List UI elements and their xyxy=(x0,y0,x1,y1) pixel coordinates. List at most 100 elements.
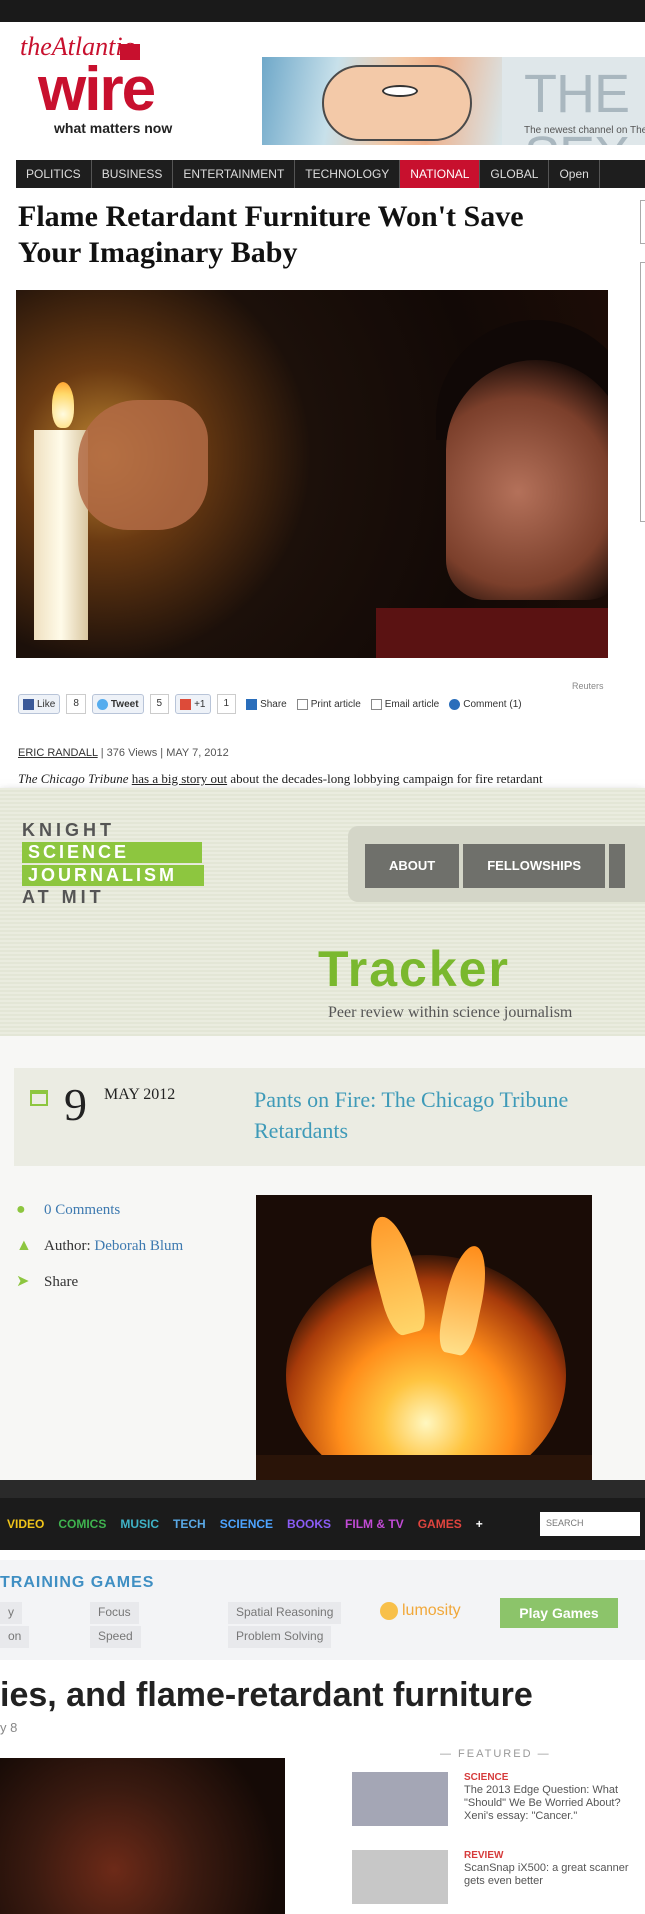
featured-thumb xyxy=(352,1772,448,1826)
nav-category-item[interactable]: TECH xyxy=(166,1517,213,1531)
post-meta: ● 0 Comments ▲ Author: Deborah Blum ➤ Share xyxy=(16,1192,183,1300)
banner-eye xyxy=(382,85,418,97)
tracker-subtitle: Peer review within science journalism xyxy=(328,1004,573,1021)
nav-category-item[interactable]: SCIENCE xyxy=(213,1517,280,1531)
training-title: TRAINING GAMES xyxy=(0,1574,155,1591)
tweet-count: 5 xyxy=(149,694,170,714)
featured-item[interactable]: REVIEW ScanSnap iX500: a great scanner g… xyxy=(352,1850,642,1910)
email-icon xyxy=(370,698,382,710)
comment-icon xyxy=(449,698,461,710)
post-day: 9 xyxy=(64,1079,87,1130)
chip: Problem Solving xyxy=(228,1626,332,1648)
nav-technology[interactable]: TECHNOLOGY xyxy=(295,160,401,188)
nav-more[interactable] xyxy=(609,844,626,888)
nav-category-item[interactable]: BOOKS xyxy=(280,1517,338,1531)
atlantic-wire-logo[interactable]: theAtlantic wire what matters now xyxy=(18,32,218,136)
nav-national[interactable]: NATIONAL xyxy=(400,160,481,188)
chip: on xyxy=(0,1626,30,1648)
nav-fellowships[interactable]: FELLOWSHIPS xyxy=(463,844,606,888)
byline: ERIC RANDALL | 376 Views | MAY 7, 2012 xyxy=(18,747,229,759)
article-date: y 8 xyxy=(0,1720,18,1735)
ksj-tracker-screenshot: KNIGHT SCIENCE JOURNALISM AT MIT ABOUT F… xyxy=(0,788,645,1480)
nav-about[interactable]: ABOUT xyxy=(365,844,460,888)
nav-category-item[interactable]: GAMES xyxy=(411,1517,469,1531)
nav-category-item[interactable]: COMICS xyxy=(51,1517,113,1531)
share-icon: ➤ xyxy=(16,1273,30,1290)
featured-thumb xyxy=(352,1850,448,1904)
article-photo-candle xyxy=(16,290,608,658)
share-row[interactable]: ➤ Share xyxy=(16,1264,183,1300)
author-link[interactable]: ERIC RANDALL xyxy=(18,747,98,759)
play-games-button[interactable]: Play Games xyxy=(500,1598,618,1628)
user-icon: ▲ xyxy=(16,1237,32,1254)
author-link[interactable]: Deborah Blum xyxy=(94,1238,183,1255)
tracker-title: Tracker xyxy=(318,941,510,997)
nav-politics[interactable]: POLITICS xyxy=(16,160,92,188)
featured-text: ScanSnap iX500: a great scanner gets eve… xyxy=(464,1862,629,1887)
banner-face xyxy=(322,65,472,141)
article-headline: ies, and flame-retardant furniture xyxy=(0,1676,533,1714)
boing-boing-screenshot: VIDEO COMICS MUSIC TECH SCIENCE BOOKS FILM & T… xyxy=(0,1480,645,1914)
print-icon xyxy=(296,698,308,710)
share-icon xyxy=(246,698,258,710)
article-date: MAY 7, 2012 xyxy=(166,747,229,759)
featured-category: REVIEW xyxy=(464,1850,504,1861)
photo-credit: Reuters xyxy=(572,681,604,691)
nav-global[interactable]: GLOBAL xyxy=(480,160,550,188)
comment-icon: ● xyxy=(16,1201,26,1218)
fire-photo xyxy=(256,1195,592,1480)
nav-category-item[interactable]: VIDEO xyxy=(0,1517,51,1531)
gplus-count: 1 xyxy=(216,694,237,714)
twitter-icon xyxy=(96,698,108,710)
featured-category: SCIENCE xyxy=(464,1772,509,1783)
featured-label: — FEATURED — xyxy=(440,1748,551,1760)
chip: Spatial Reasoning xyxy=(228,1602,342,1624)
view-count: 376 Views xyxy=(106,747,158,759)
nav-open[interactable]: Open xyxy=(549,160,600,188)
post-month: MAY 2012 xyxy=(104,1086,176,1103)
training-games-ad[interactable]: TRAINING GAMES y Focus Spatial Reasoning… xyxy=(0,1560,645,1660)
chip: Speed xyxy=(90,1626,141,1648)
collage: theAtlantic wire what matters now THE SE… xyxy=(0,0,645,1914)
category-nav: VIDEO COMICS MUSIC TECH SCIENCE BOOKS FILM & T… xyxy=(0,1498,645,1550)
nav-category-item[interactable]: + xyxy=(469,1517,490,1531)
sidebar-box-tall xyxy=(640,262,645,522)
nav-category-item[interactable]: MUSIC xyxy=(113,1517,166,1531)
chip: y xyxy=(0,1602,22,1624)
calendar-icon xyxy=(30,1090,48,1106)
share-link[interactable]: Share xyxy=(246,698,287,710)
gplus-button[interactable]: +1 xyxy=(175,694,211,714)
atlantic-wire-screenshot: theAtlantic wire what matters now THE SE… xyxy=(0,0,645,790)
print-link[interactable]: Print article xyxy=(296,698,361,710)
sidebar-box xyxy=(640,200,645,244)
nav-business[interactable]: BUSINESS xyxy=(92,160,174,188)
publication-name: The Chicago Tribune xyxy=(18,771,129,786)
comments-row[interactable]: ● 0 Comments xyxy=(16,1192,183,1228)
email-link[interactable]: Email article xyxy=(370,698,439,710)
comment-link[interactable]: Comment (1) xyxy=(449,698,522,710)
like-button[interactable]: Like xyxy=(18,694,61,714)
ad-banner[interactable]: THE SEX The newest channel on TheA xyxy=(262,57,645,145)
featured-item[interactable]: SCIENCE The 2013 Edge Question: What "Sh… xyxy=(352,1772,642,1832)
nav-category-item[interactable]: FILM & TV xyxy=(338,1517,411,1531)
article-photo xyxy=(0,1758,285,1914)
facebook-icon xyxy=(23,698,34,710)
chip: Focus xyxy=(90,1602,139,1624)
article-intro: The Chicago Tribune has a big story out … xyxy=(18,770,578,790)
social-bar: Like 8 Tweet 5 +1 1 Share Print article … xyxy=(18,694,522,714)
banner-subtext: The newest channel on TheA xyxy=(524,125,645,136)
tweet-button[interactable]: Tweet xyxy=(91,694,144,714)
featured-text: The 2013 Edge Question: What "Should" We… xyxy=(464,1784,621,1822)
main-nav: ABOUT FELLOWSHIPS xyxy=(365,844,626,888)
nav-entertainment[interactable]: ENTERTAINMENT xyxy=(173,160,296,188)
author-row: ▲ Author: Deborah Blum xyxy=(16,1237,184,1255)
section-nav: POLITICS BUSINESS ENTERTAINMENT TECHNOLO… xyxy=(16,160,645,188)
article-headline: Flame Retardant Furniture Won't Save You… xyxy=(18,200,524,269)
story-link[interactable]: has a big story out xyxy=(132,771,227,786)
lumosity-logo: lumosity xyxy=(380,1602,461,1620)
logo-tagline: what matters now xyxy=(54,120,173,136)
ksj-logo[interactable]: KNIGHT SCIENCE JOURNALISM AT MIT xyxy=(22,820,204,908)
post-title[interactable]: Pants on Fire: The Chicago Tribune Retar… xyxy=(254,1084,645,1146)
logo-wire: wire xyxy=(38,55,156,124)
like-count: 8 xyxy=(66,694,86,714)
